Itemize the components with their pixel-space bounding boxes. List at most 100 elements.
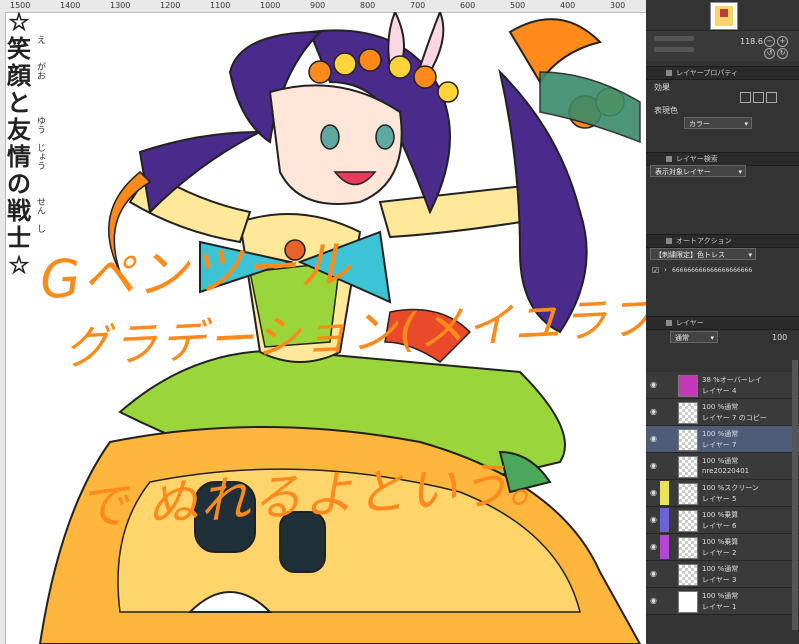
title-char-row: 友ゆう [6, 116, 50, 143]
eye-icon[interactable]: ◉ [650, 569, 657, 578]
layer-row[interactable]: ◉ 100 %通常 レイヤー 1 [646, 588, 799, 615]
layer-color-tag [660, 508, 669, 532]
layer-mode: 100 %乗算 [702, 538, 739, 546]
rotate-slider[interactable] [654, 47, 694, 52]
layer-thumbnail [678, 510, 698, 532]
title-char: 情 [7, 142, 31, 171]
drawing-canvas[interactable]: 1500 1400 1300 1200 1100 1000 900 800 700 600 500 4… [0, 0, 646, 644]
title-ruby: がお [35, 62, 45, 80]
title-ruby: え [35, 35, 45, 44]
action-checkbox[interactable]: ☑ [652, 266, 659, 275]
eye-icon[interactable]: ◉ [650, 596, 657, 605]
title-char-row: 笑え [6, 35, 50, 62]
opacity-value: 100 [772, 333, 788, 342]
layer-thumbnail [678, 483, 698, 505]
layer-panel-header[interactable]: レイヤー [646, 316, 799, 330]
layer-mode: 100 %スクリーン [702, 484, 759, 492]
layer-mode: 100 %通常 [702, 430, 739, 438]
action-expand-icon[interactable]: › [664, 266, 667, 274]
eye-icon[interactable]: ◉ [650, 407, 657, 416]
navigator-controls: 118.6 − + ↺ ↻ [646, 30, 799, 61]
layer-row[interactable]: ◉ 100 %乗算 レイヤー 2 [646, 534, 799, 561]
layer-row[interactable]: ◉ 100 %通常 レイヤー 7 のコピー [646, 399, 799, 426]
title-char-row: 顔がお [6, 62, 50, 89]
title-char: 戦 [7, 196, 31, 225]
layer-mode: 100 %通常 [702, 565, 739, 573]
effect-label: 効果 [654, 83, 670, 92]
effect-border-icon[interactable] [740, 92, 751, 103]
layer-row[interactable]: ◉ 100 %スクリーン レイヤー 5 [646, 480, 799, 507]
layer-mode: 100 %通常 [702, 592, 739, 600]
ruler-label: 1200 [160, 1, 181, 10]
eye-icon[interactable]: ◉ [650, 515, 657, 524]
title-char: ☆ [8, 7, 30, 36]
action-item[interactable]: 666666666666666666666 [672, 267, 752, 274]
layer-row[interactable]: ◉ 100 %通常 レイヤー 7 [646, 426, 799, 453]
rotate-right-icon[interactable]: ↻ [777, 48, 788, 59]
layer-thumbnail [678, 456, 698, 478]
layer-color-tag [660, 481, 669, 505]
title-char: 士 [7, 223, 31, 252]
zoom-in-icon[interactable]: + [777, 36, 788, 47]
blend-mode-dropdown[interactable]: 通常 ▾ [670, 331, 718, 343]
rotate-left-icon[interactable]: ↺ [764, 48, 775, 59]
title-ruby: せん [35, 197, 45, 215]
title-char-row: 情じょう [6, 143, 50, 170]
eye-icon[interactable]: ◉ [650, 542, 657, 551]
title-char: 笑 [7, 34, 31, 63]
layer-mode: 38 %オーバーレイ [702, 376, 762, 384]
layer-name: レイヤー 1 [702, 603, 737, 611]
title-char-row: ☆ [6, 8, 50, 35]
layer-thumbnail [678, 564, 698, 586]
ruler-label: 1400 [60, 1, 81, 10]
layer-thumbnail [678, 591, 698, 613]
layer-scrollbar[interactable] [792, 360, 798, 630]
title-ruby: ゆう [35, 116, 45, 134]
layer-name: レイヤー 7 のコピー [702, 414, 767, 422]
layer-name: レイヤー 3 [702, 576, 737, 584]
ruler-label: 800 [360, 1, 376, 10]
effect-tone-icon[interactable] [753, 92, 764, 103]
auto-action-icon [666, 238, 672, 244]
layer-thumbnail [678, 429, 698, 451]
layer-mode: 100 %通常 [702, 457, 739, 465]
ruler-label: 1100 [210, 1, 231, 10]
eye-icon[interactable]: ◉ [650, 488, 657, 497]
layer-color-tag [660, 535, 669, 559]
color-mode-dropdown[interactable]: カラー ▾ [684, 117, 752, 129]
layer-thumbnail [678, 537, 698, 559]
ruler-label: 300 [610, 1, 626, 10]
ruler-label: 900 [310, 1, 326, 10]
color-mode-label: 表現色 [654, 106, 678, 115]
zoom-value: 118.6 [740, 37, 763, 46]
auto-action-set-dropdown[interactable]: 【刺繍限定】色トレス ▾ [650, 248, 756, 260]
layer-search-icon [666, 156, 672, 162]
title-char-row: と [6, 89, 50, 116]
ruler-label: 600 [460, 1, 476, 10]
zoom-slider[interactable] [654, 36, 694, 41]
zoom-out-icon[interactable]: − [764, 36, 775, 47]
layer-row[interactable]: ◉ 100 %通常 レイヤー 3 [646, 561, 799, 588]
layer-search-header[interactable]: レイヤー検索 [646, 152, 799, 166]
auto-action-header[interactable]: オートアクション [646, 234, 799, 248]
eye-icon[interactable]: ◉ [650, 434, 657, 443]
eye-icon[interactable]: ◉ [650, 380, 657, 389]
ruler-label: 500 [510, 1, 526, 10]
layer-search-dropdown[interactable]: 表示対象レイヤー ▾ [650, 165, 746, 177]
ruler-label: 1300 [110, 1, 131, 10]
layer-row[interactable]: ◉ 100 %通常 nre20220401 [646, 453, 799, 480]
layer-row[interactable]: ◉ 100 %乗算 レイヤー 6 [646, 507, 799, 534]
eye-icon[interactable]: ◉ [650, 461, 657, 470]
layer-name: レイヤー 2 [702, 549, 737, 557]
effect-filter-icon[interactable] [766, 92, 777, 103]
layer-thumbnail [678, 375, 698, 397]
title-char: の [7, 169, 31, 198]
title-ruby: し [35, 224, 45, 233]
layer-row[interactable]: ◉ 38 %オーバーレイ レイヤー 4 [646, 372, 799, 399]
title-ruby: じょう [35, 143, 45, 170]
layer-name: レイヤー 4 [702, 387, 737, 395]
ruler-label: 700 [410, 1, 426, 10]
navigator-thumbnail[interactable] [710, 2, 738, 30]
layer-panel-icon [666, 320, 672, 326]
layer-property-header[interactable]: レイヤープロパティ [646, 66, 799, 80]
